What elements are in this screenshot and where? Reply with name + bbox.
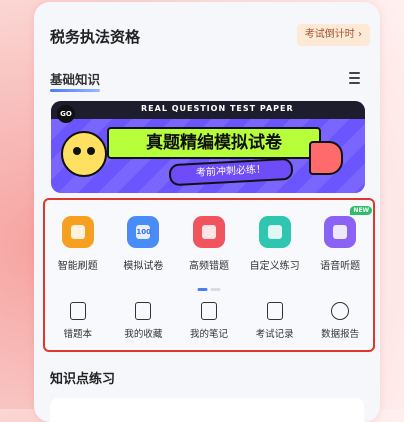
tool-frequent-errors[interactable]: 高频错题 [179, 216, 239, 272]
section-basic-knowledge[interactable]: 基础知识 [50, 69, 101, 92]
banner-slogan: 考前冲刺必练！ [168, 157, 294, 187]
section-underline [50, 89, 101, 92]
banner-subtitle: REAL QUESTION TEST PAPER [141, 104, 294, 113]
data-report-icon [331, 302, 350, 320]
tool-label: 语音听题 [320, 261, 361, 272]
page-title: 税务执法资格 [50, 28, 141, 46]
favorites-icon [135, 302, 152, 320]
tool-custom-practice[interactable]: 自定义练习 [245, 216, 305, 272]
tool-label: 考试记录 [255, 329, 294, 340]
tool-mock-exam[interactable]: 100 模拟试卷 [113, 216, 173, 272]
tool-label: 智能刷题 [57, 261, 98, 272]
exam-record-icon [266, 302, 283, 320]
smart-practice-icon [61, 216, 94, 248]
mock-exam-icon: 100 [127, 216, 160, 248]
tool-audio-questions[interactable]: NEW 语音听题 [310, 206, 373, 272]
audio-question-icon [324, 216, 357, 248]
custom-practice-icon [258, 216, 291, 248]
countdown-label: 考试倒计时 [304, 29, 355, 40]
new-badge: NEW [350, 206, 373, 215]
megaphone-icon [309, 141, 343, 175]
tools-panel: 智能刷题 100 模拟试卷 高频错题 自定义练习 NEW 语音听题 错题本 我的… [43, 198, 375, 352]
frequent-error-icon [192, 216, 225, 248]
page-indicator [197, 288, 221, 291]
tool-label: 我的笔记 [189, 329, 228, 340]
tool-label: 数据报告 [321, 329, 360, 340]
secondary-tools-row: 错题本 我的收藏 我的笔记 考试记录 数据报告 [45, 302, 373, 340]
mascot-icon [61, 131, 107, 177]
tool-error-book[interactable]: 错题本 [48, 302, 108, 340]
tool-label: 模拟试卷 [123, 261, 164, 272]
error-book-icon [69, 302, 86, 320]
chevron-right-icon: › [358, 29, 362, 40]
exam-countdown-button[interactable]: 考试倒计时 › [296, 24, 370, 46]
tool-exam-record[interactable]: 考试记录 [245, 302, 305, 340]
list-icon[interactable] [346, 72, 360, 84]
notes-icon [200, 302, 217, 320]
main-tools-row: 智能刷题 100 模拟试卷 高频错题 自定义练习 NEW 语音听题 [45, 206, 373, 272]
tool-notes[interactable]: 我的笔记 [179, 302, 239, 340]
exam-banner[interactable]: GO REAL QUESTION TEST PAPER 真题精编模拟试卷 考前冲… [51, 101, 365, 193]
go-badge-icon: GO [57, 105, 75, 123]
tool-label: 自定义练习 [249, 261, 300, 272]
tool-favorites[interactable]: 我的收藏 [113, 302, 173, 340]
tool-smart-practice[interactable]: 智能刷题 [48, 216, 108, 272]
tool-label: 错题本 [63, 329, 93, 340]
section-knowledge-practice: 知识点练习 [50, 372, 116, 387]
section-basic-title: 基础知识 [50, 72, 101, 87]
tool-label: 我的收藏 [124, 329, 163, 340]
banner-title: 真题精编模拟试卷 [107, 127, 321, 159]
tool-data-report[interactable]: 数据报告 [310, 302, 370, 340]
main-card: 税务执法资格 考试倒计时 › 基础知识 GO REAL QUESTION TES… [34, 2, 380, 422]
knowledge-practice-card[interactable] [50, 398, 364, 422]
tool-label: 高频错题 [188, 261, 229, 272]
